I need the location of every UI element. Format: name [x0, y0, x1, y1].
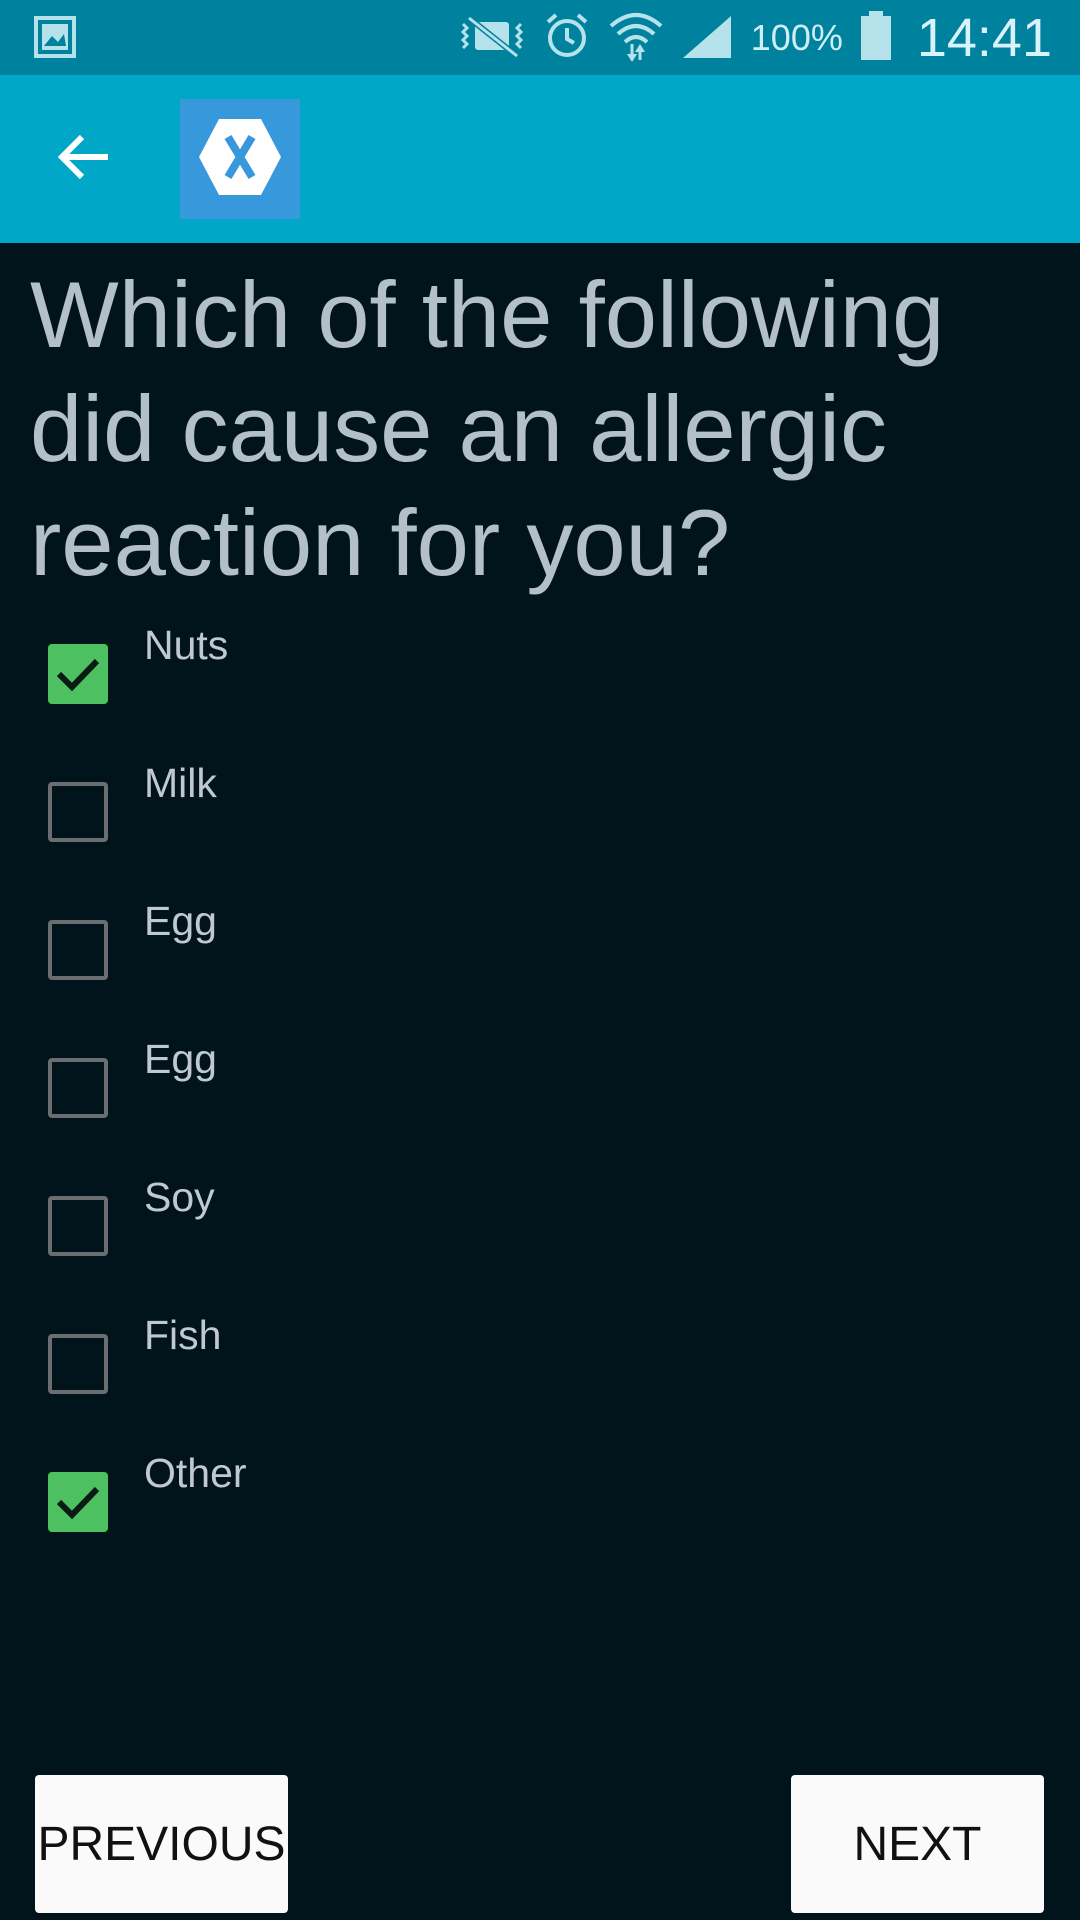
checkbox[interactable]: [48, 1334, 108, 1394]
battery-icon: [859, 10, 893, 65]
app-bar: [0, 75, 1080, 243]
next-button[interactable]: NEXT: [791, 1775, 1044, 1913]
option-fish[interactable]: Fish: [0, 1310, 1080, 1448]
checkbox-checked[interactable]: [48, 644, 108, 704]
alarm-icon: [543, 12, 591, 64]
xamarin-logo-icon: [195, 115, 285, 203]
option-label: Egg: [144, 898, 217, 944]
checkmark-icon: [56, 658, 100, 692]
checkbox-checked[interactable]: [48, 1472, 108, 1532]
option-label: Other: [144, 1450, 247, 1496]
option-label: Milk: [144, 760, 217, 806]
gallery-icon: [34, 16, 76, 58]
battery-percent: 100%: [750, 16, 843, 58]
wifi-icon: [607, 10, 665, 66]
app-logo: [180, 99, 300, 219]
checkbox[interactable]: [48, 782, 108, 842]
status-clock: 14:41: [916, 7, 1052, 68]
arrow-left-icon: [56, 133, 112, 185]
option-milk[interactable]: Milk: [0, 758, 1080, 896]
back-button[interactable]: [44, 119, 124, 199]
vibrate-mute-icon: [457, 14, 527, 62]
checkbox[interactable]: [48, 1058, 108, 1118]
checkbox[interactable]: [48, 1196, 108, 1256]
option-label: Nuts: [144, 622, 229, 668]
option-nuts[interactable]: Nuts: [0, 620, 1080, 758]
option-soy[interactable]: Soy: [0, 1172, 1080, 1310]
option-label: Fish: [144, 1312, 222, 1358]
previous-button[interactable]: PREVIOUS: [35, 1775, 288, 1913]
option-egg[interactable]: Egg: [0, 896, 1080, 1034]
status-bar: 100% 14:41: [0, 0, 1080, 75]
question-text: Which of the following did cause an alle…: [30, 262, 945, 595]
checkmark-icon: [56, 1486, 100, 1520]
option-egg-2[interactable]: Egg: [0, 1034, 1080, 1172]
checkbox[interactable]: [48, 920, 108, 980]
option-label: Soy: [144, 1174, 215, 1220]
option-label: Egg: [144, 1036, 217, 1082]
option-other[interactable]: Other: [0, 1448, 1080, 1586]
signal-icon: [681, 12, 735, 64]
